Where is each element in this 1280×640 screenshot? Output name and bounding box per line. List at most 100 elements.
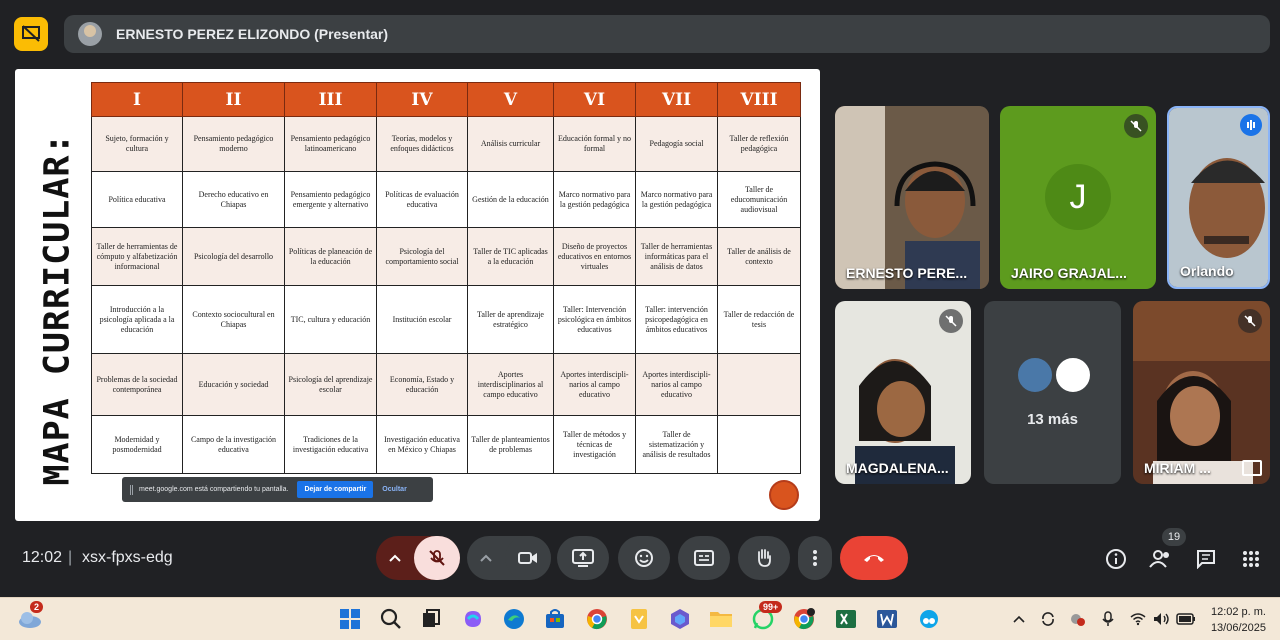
- people-button[interactable]: [1149, 547, 1173, 571]
- course-cell: Psicología del comportamiento social: [376, 227, 468, 286]
- folder-icon[interactable]: [707, 605, 735, 633]
- chrome-icon[interactable]: [583, 605, 611, 633]
- microphone-control: [376, 536, 460, 580]
- battery-icon[interactable]: [1174, 605, 1198, 633]
- leave-call-button[interactable]: [840, 536, 908, 580]
- volume-icon[interactable]: [1150, 605, 1174, 633]
- more-options-button[interactable]: [798, 536, 832, 580]
- avatar: [1054, 356, 1092, 394]
- more-participants-tile[interactable]: 13 más: [984, 301, 1121, 484]
- course-cell: Teorías, modelos y enfoques didácticos: [376, 116, 468, 172]
- semester-header: III: [284, 82, 377, 117]
- semester-header: VIII: [717, 82, 801, 117]
- mic-off-icon: [939, 309, 963, 333]
- course-cell: Taller de herramientas informáticas para…: [635, 227, 718, 286]
- course-cell: Educación y sociedad: [182, 353, 285, 416]
- chevron-up-icon[interactable]: [1008, 605, 1030, 633]
- vpn-icon[interactable]: [1066, 605, 1090, 633]
- captions-icon: [694, 550, 714, 566]
- weather-icon[interactable]: 2: [16, 601, 44, 633]
- mic-off-button[interactable]: [414, 536, 460, 580]
- participant-tile[interactable]: MIRIAM ...: [1133, 301, 1270, 484]
- word-icon[interactable]: [873, 605, 901, 633]
- notes-icon[interactable]: [625, 605, 653, 633]
- stop-sharing-button[interactable]: Dejar de compartir: [297, 481, 374, 498]
- participant-name: MAGDALENA...: [846, 460, 949, 476]
- course-cell: Problemas de la sociedad contemporánea: [91, 353, 183, 416]
- chat-button[interactable]: [1194, 547, 1218, 571]
- presenter-banner: ERNESTO PEREZ ELIZONDO (Presentar): [64, 15, 1270, 53]
- mic-off-icon: [1238, 309, 1262, 333]
- participant-tile[interactable]: J JAIRO GRAJAL...: [1000, 106, 1156, 289]
- avatar: [1016, 356, 1054, 394]
- system-clock[interactable]: 12:02 p. m. 13/06/2025: [1211, 604, 1266, 636]
- table-row: Sujeto, formación y cultura Pensamiento p…: [91, 116, 801, 172]
- course-cell: Taller de herramientas de cómputo y alfa…: [91, 227, 183, 286]
- task-view-icon[interactable]: [417, 605, 445, 633]
- chrome-profile-icon[interactable]: [790, 605, 818, 633]
- search-icon[interactable]: [377, 605, 405, 633]
- course-cell: Derecho educativo en Chiapas: [182, 171, 285, 228]
- course-cell: Taller de educomunicación audiovisual: [717, 171, 801, 228]
- course-cell: Educación formal y no formal: [553, 116, 636, 172]
- course-cell: Taller de análisis de contexto: [717, 227, 801, 286]
- speaking-indicator-icon: [1240, 114, 1262, 136]
- presenter-avatar: [78, 22, 102, 46]
- sync-icon[interactable]: [1036, 605, 1060, 633]
- course-cell: Taller de sistematización y análisis de …: [635, 415, 718, 474]
- course-cell: Taller de reflexión pedagógica: [717, 116, 801, 172]
- participant-name: ERNESTO PERE...: [846, 265, 968, 281]
- semester-header: VI: [553, 82, 636, 117]
- course-cell: Marco normativo para la gestión pedagógi…: [635, 171, 718, 228]
- store-icon[interactable]: [541, 605, 569, 633]
- system-time: 12:02 p. m.: [1210, 606, 1266, 618]
- copilot-icon[interactable]: [459, 605, 487, 633]
- course-cell: TIC, cultura y educación: [284, 285, 377, 354]
- meeting-controls: 12:02 | xsx-fpxs-edg: [0, 530, 1280, 590]
- captions-button[interactable]: [678, 536, 730, 580]
- hand-icon: [758, 549, 771, 567]
- course-cell: Gestión de la educación: [467, 171, 554, 228]
- camera-button[interactable]: [505, 536, 551, 580]
- pip-icon[interactable]: [1242, 460, 1262, 476]
- reactions-button[interactable]: [618, 536, 670, 580]
- course-cell: Modernidad y posmodernidad: [91, 415, 183, 474]
- participant-tile[interactable]: Orlando: [1167, 106, 1270, 289]
- drag-handle-icon[interactable]: [130, 484, 133, 495]
- chevron-up-icon[interactable]: [376, 554, 414, 562]
- share-notification: meet.google.com está compartiendo tu pan…: [122, 477, 433, 502]
- microphone-icon[interactable]: [1096, 605, 1120, 633]
- present-screen-button[interactable]: [557, 536, 609, 580]
- course-cell: Taller: intervención psicopedagógica en …: [635, 285, 718, 354]
- hide-button[interactable]: Ocultar: [382, 486, 407, 493]
- system-date: 13/06/2025: [1210, 622, 1266, 634]
- presenter-name: ERNESTO PEREZ ELIZONDO (Presentar): [116, 26, 389, 42]
- edge-icon[interactable]: [500, 605, 528, 633]
- separator: |: [68, 549, 73, 566]
- windows-taskbar: 2 99+ 12:02 p. m. 13/06/2025: [0, 597, 1280, 640]
- course-cell: Taller de métodos y técnicas de investig…: [553, 415, 636, 474]
- course-cell: Políticas de evaluación educativa: [376, 171, 468, 228]
- participant-tile[interactable]: ERNESTO PERE...: [835, 106, 989, 289]
- course-cell: [717, 353, 801, 416]
- activities-button[interactable]: [1239, 547, 1263, 571]
- snipping-tool-icon[interactable]: [915, 605, 943, 633]
- apps-grid-icon: [1243, 551, 1259, 567]
- chevron-up-icon[interactable]: [467, 554, 505, 562]
- app-icon[interactable]: [666, 605, 694, 633]
- chat-icon: [1197, 550, 1215, 569]
- excel-icon[interactable]: [832, 605, 860, 633]
- course-cell: Campo de la investigación educativa: [182, 415, 285, 474]
- more-count: 13 más: [1027, 411, 1078, 428]
- presentation-icon[interactable]: [14, 17, 48, 51]
- hang-up-icon: [864, 555, 884, 562]
- raise-hand-button[interactable]: [738, 536, 790, 580]
- wifi-icon[interactable]: [1126, 605, 1150, 633]
- participant-tile[interactable]: MAGDALENA...: [835, 301, 971, 484]
- emoji-icon: [635, 549, 653, 567]
- semester-header: II: [182, 82, 285, 117]
- whatsapp-icon[interactable]: 99+: [749, 601, 783, 633]
- meeting-info-button[interactable]: [1104, 547, 1128, 571]
- avatar: J: [1045, 164, 1111, 230]
- start-icon[interactable]: [336, 605, 364, 633]
